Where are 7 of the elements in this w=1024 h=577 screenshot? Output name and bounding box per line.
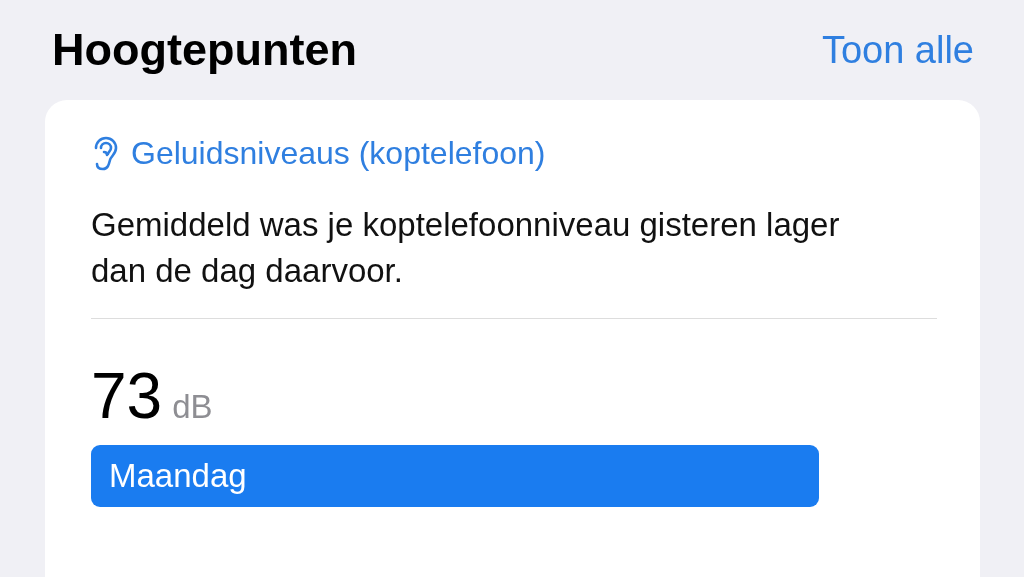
unit-text: dB: [172, 388, 213, 426]
value-text: 73: [91, 359, 163, 433]
show-all-link[interactable]: Toon alle: [821, 28, 974, 72]
category-label[interactable]: Geluidsniveaus (koptelefoon): [131, 134, 546, 172]
day-bar: Maandag: [91, 445, 819, 507]
section-title: Hoogtepunten: [52, 24, 357, 76]
summary-text: Gemiddeld was je koptelefoonniveau gisteren lager dan de dag daarvoor.: [91, 205, 841, 291]
